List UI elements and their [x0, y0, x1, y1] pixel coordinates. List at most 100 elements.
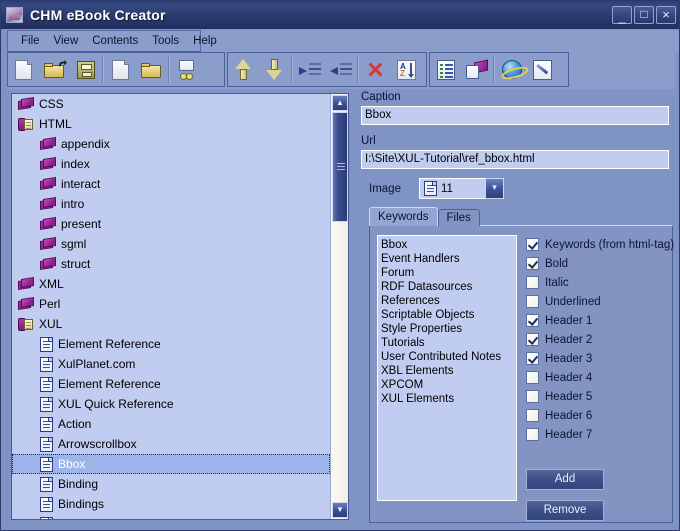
checkbox[interactable]: [526, 390, 539, 403]
tree-item[interactable]: present: [12, 214, 330, 234]
remove-button[interactable]: Remove: [526, 500, 604, 521]
document-icon: [40, 356, 53, 372]
contents-tree-panel[interactable]: CSS HTML appendix index interact intro present…: [11, 93, 349, 520]
tree-item[interactable]: Arrowscrollbox: [12, 434, 330, 454]
keyword-item[interactable]: References: [381, 294, 516, 308]
document-icon: [40, 376, 53, 392]
option-row[interactable]: Header 4: [526, 368, 668, 387]
scrollbar-thumb[interactable]: [332, 112, 348, 222]
keyword-item[interactable]: Scriptable Objects: [381, 308, 516, 322]
menu-file[interactable]: File: [14, 33, 47, 50]
preview-browser-button[interactable]: [496, 54, 527, 85]
tree-item[interactable]: XUL: [12, 314, 330, 334]
index-button[interactable]: [430, 54, 461, 85]
option-row[interactable]: Header 2: [526, 330, 668, 349]
tab-files[interactable]: Files: [437, 209, 480, 226]
keyword-item[interactable]: Bbox: [381, 238, 516, 252]
keyword-item[interactable]: Style Properties: [381, 322, 516, 336]
tree-item[interactable]: Action: [12, 414, 330, 434]
option-row[interactable]: Bold: [526, 254, 668, 273]
cut-button[interactable]: [171, 54, 202, 85]
tree-item[interactable]: Element Reference: [12, 334, 330, 354]
option-row[interactable]: Underlined: [526, 292, 668, 311]
keyword-item[interactable]: XUL Elements: [381, 392, 516, 406]
checkbox[interactable]: [526, 333, 539, 346]
keyword-item[interactable]: User Contributed Notes: [381, 350, 516, 364]
url-input[interactable]: I:\Site\XUL-Tutorial\ref_bbox.html: [361, 150, 669, 169]
option-label: Header 1: [545, 314, 593, 327]
image-dropdown[interactable]: 11 ▼: [418, 178, 504, 199]
option-row[interactable]: Italic: [526, 273, 668, 292]
keyword-item[interactable]: XPCOM: [381, 378, 516, 392]
tree-item[interactable]: XUL Quick Reference: [12, 394, 330, 414]
checkbox[interactable]: [526, 295, 539, 308]
option-row[interactable]: Keywords (from html-tag): [526, 235, 674, 254]
caption-input[interactable]: Bbox: [361, 106, 669, 125]
maximize-button[interactable]: □: [634, 6, 654, 24]
sort-button[interactable]: A Z: [391, 54, 422, 85]
save-button[interactable]: [70, 54, 101, 85]
new-folder-item-button[interactable]: [136, 54, 167, 85]
checkbox[interactable]: [526, 352, 539, 365]
menu-bar-background: [201, 30, 679, 52]
move-down-button[interactable]: [259, 54, 290, 85]
tree-item[interactable]: CSS: [12, 94, 330, 114]
option-row[interactable]: Header 7: [526, 425, 668, 444]
scroll-down-arrow-icon[interactable]: ▼: [332, 502, 348, 518]
tab-keywords[interactable]: Keywords: [369, 207, 438, 226]
tree-item[interactable]: Bindings: [12, 494, 330, 514]
menu-tools[interactable]: Tools: [145, 33, 186, 50]
menu-view[interactable]: View: [47, 33, 86, 50]
new-page-item-button[interactable]: [105, 54, 136, 85]
add-button[interactable]: Add: [526, 469, 604, 490]
keyword-item[interactable]: XBL Elements: [381, 364, 516, 378]
new-page-icon: [15, 59, 32, 80]
move-up-button[interactable]: [228, 54, 259, 85]
open-folder-button[interactable]: [39, 54, 70, 85]
tree-item[interactable]: XML: [12, 274, 330, 294]
tree-item[interactable]: XulPlanet.com: [12, 354, 330, 374]
tree-item[interactable]: index: [12, 154, 330, 174]
keyword-item[interactable]: Forum: [381, 266, 516, 280]
scroll-up-arrow-icon[interactable]: ▲: [332, 95, 348, 111]
tree-item[interactable]: Bbox: [12, 454, 330, 474]
indent-right-button[interactable]: [294, 54, 325, 85]
minimize-button[interactable]: _: [612, 6, 632, 24]
keyword-item[interactable]: RDF Datasources: [381, 280, 516, 294]
keyword-item[interactable]: Tutorials: [381, 336, 516, 350]
option-row[interactable]: Header 1: [526, 311, 668, 330]
tree-item[interactable]: Element Reference: [12, 374, 330, 394]
contents-tree[interactable]: CSS HTML appendix index interact intro present…: [12, 94, 330, 519]
checkbox[interactable]: [526, 428, 539, 441]
tree-item[interactable]: Perl: [12, 294, 330, 314]
checkbox[interactable]: [526, 314, 539, 327]
checkbox[interactable]: [526, 238, 539, 251]
chevron-down-icon[interactable]: ▼: [484, 178, 504, 199]
edit-button[interactable]: [527, 54, 558, 85]
tree-item[interactable]: HTML: [12, 114, 330, 134]
option-row[interactable]: Header 3: [526, 349, 668, 368]
checkbox[interactable]: [526, 371, 539, 384]
option-row[interactable]: Header 6: [526, 406, 668, 425]
menu-help[interactable]: Help: [186, 33, 224, 50]
delete-button[interactable]: [360, 54, 391, 85]
checkbox[interactable]: [526, 276, 539, 289]
tree-item[interactable]: appendix: [12, 134, 330, 154]
tree-scrollbar[interactable]: ▲ ▼: [330, 94, 348, 519]
tree-item[interactable]: sgml: [12, 234, 330, 254]
checkbox[interactable]: [526, 409, 539, 422]
tree-item[interactable]: Binding: [12, 474, 330, 494]
close-button[interactable]: ×: [656, 6, 676, 24]
tree-item[interactable]: struct: [12, 254, 330, 274]
compile-book-button[interactable]: [461, 54, 492, 85]
indent-left-button[interactable]: [325, 54, 356, 85]
menu-contents[interactable]: Contents: [85, 33, 145, 50]
checkbox[interactable]: [526, 257, 539, 270]
tree-item[interactable]: Box: [12, 514, 330, 519]
option-row[interactable]: Header 5: [526, 387, 668, 406]
keywords-list[interactable]: Bbox Event Handlers Forum RDF Datasources Re…: [377, 235, 517, 501]
keyword-item[interactable]: Event Handlers: [381, 252, 516, 266]
tree-item[interactable]: intro: [12, 194, 330, 214]
tree-item[interactable]: interact: [12, 174, 330, 194]
new-file-button[interactable]: [8, 54, 39, 85]
